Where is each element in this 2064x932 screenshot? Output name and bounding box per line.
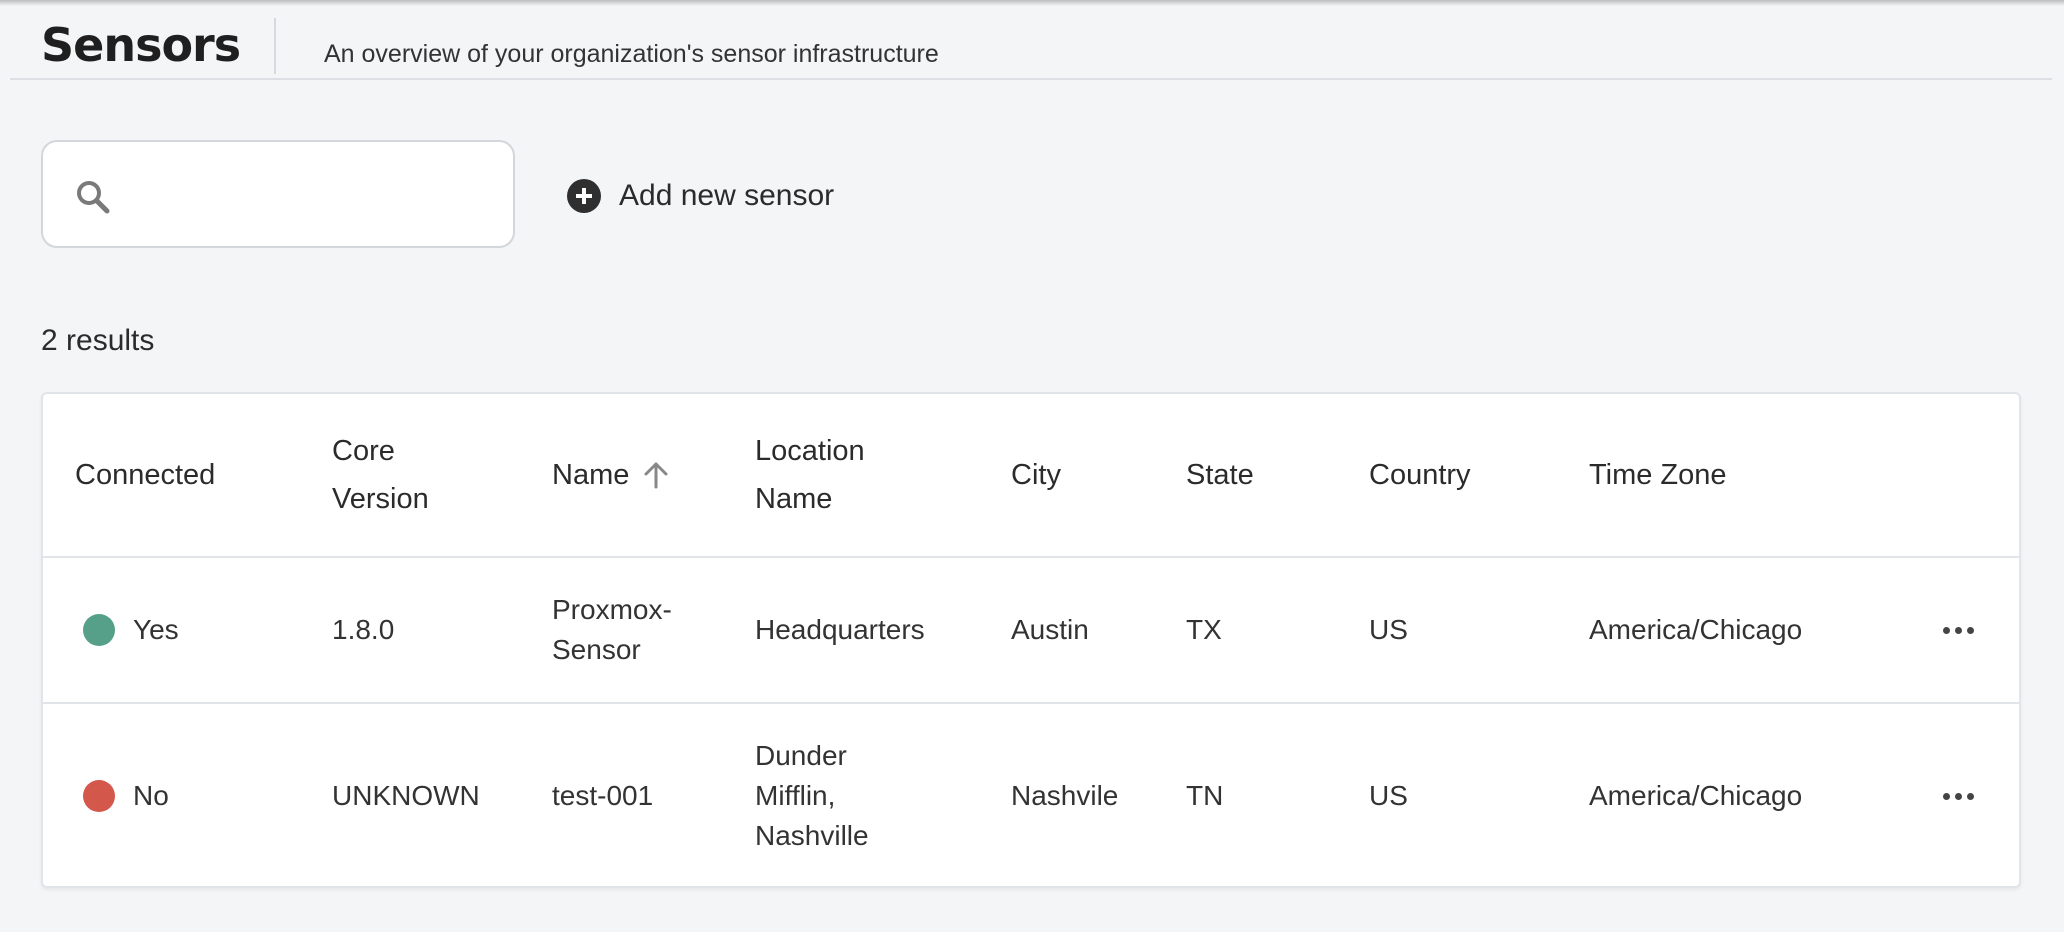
results-count: 2 results — [41, 324, 155, 357]
connected-cell: Yes — [75, 558, 305, 702]
column-header-core-version[interactable]: Core Version — [332, 394, 512, 556]
connected-value: Yes — [133, 614, 179, 645]
table-row[interactable]: No UNKNOWN test-001 Dunder Mifflin, Nash… — [43, 704, 2019, 886]
table-row[interactable]: Yes 1.8.0 Proxmox-Sensor Headquarters Au… — [43, 558, 2019, 704]
time-zone-cell: America/Chicago — [1589, 780, 1803, 811]
row-actions-button[interactable] — [1943, 558, 2003, 702]
column-label: Time Zone — [1589, 459, 1727, 491]
column-header-time-zone[interactable]: Time Zone — [1589, 394, 1889, 556]
state-cell: TN — [1186, 780, 1224, 811]
column-label: State — [1186, 459, 1254, 491]
sensors-table: Connected Core Version Name Location Nam… — [41, 392, 2021, 888]
column-label: Core Version — [332, 435, 429, 515]
location-name-value: Dunder Mifflin, Nashville — [755, 740, 869, 851]
search-box[interactable] — [41, 140, 515, 248]
name-cell: test-001 — [552, 780, 654, 811]
column-label: Name — [552, 459, 630, 491]
more-horizontal-icon — [1943, 626, 1974, 634]
add-new-sensor-label: Add new sensor — [619, 179, 835, 212]
core-version-cell: UNKNOWN — [332, 780, 480, 811]
search-icon — [77, 181, 110, 214]
column-header-location-name[interactable]: Location Name — [755, 394, 985, 556]
column-label: Location Name — [755, 435, 865, 515]
header-divider — [274, 18, 276, 74]
sensor-name: Proxmox-Sensor — [552, 594, 672, 665]
page-header: Sensors An overview of your organization… — [10, 0, 2052, 80]
page-subtitle: An overview of your organization's senso… — [324, 40, 939, 68]
column-label: City — [1011, 459, 1061, 491]
plus-circle-icon — [567, 179, 601, 213]
status-dot-icon — [83, 780, 115, 812]
connected-cell: No — [75, 704, 305, 886]
country-cell: US — [1369, 614, 1408, 645]
add-new-sensor-button[interactable]: Add new sensor — [567, 174, 834, 218]
time-zone-cell: America/Chicago — [1589, 614, 1803, 645]
connected-value: No — [133, 780, 169, 811]
column-header-state[interactable]: State — [1186, 394, 1336, 556]
column-header-name[interactable]: Name — [552, 394, 732, 556]
column-header-city[interactable]: City — [1011, 394, 1161, 556]
name-cell: Proxmox-Sensor — [552, 558, 732, 702]
city-cell: Nashvile — [1011, 780, 1119, 811]
location-name-cell: Dunder Mifflin, Nashville — [755, 704, 985, 886]
column-label: Country — [1369, 459, 1471, 491]
core-version-cell: 1.8.0 — [332, 614, 395, 645]
column-header-country[interactable]: Country — [1369, 394, 1549, 556]
row-actions-button[interactable] — [1943, 704, 2003, 886]
column-label: Connected — [75, 459, 216, 491]
status-dot-icon — [83, 614, 115, 646]
country-cell: US — [1369, 780, 1408, 811]
city-cell: Austin — [1011, 614, 1089, 645]
table-header-row: Connected Core Version Name Location Nam… — [43, 394, 2019, 558]
search-input[interactable] — [133, 162, 497, 230]
sort-ascending-icon — [644, 462, 668, 489]
more-horizontal-icon — [1943, 792, 1974, 800]
location-name-cell: Headquarters — [755, 614, 925, 645]
page-title: Sensors — [41, 18, 241, 72]
state-cell: TX — [1186, 614, 1222, 645]
column-header-connected[interactable]: Connected — [75, 394, 305, 556]
